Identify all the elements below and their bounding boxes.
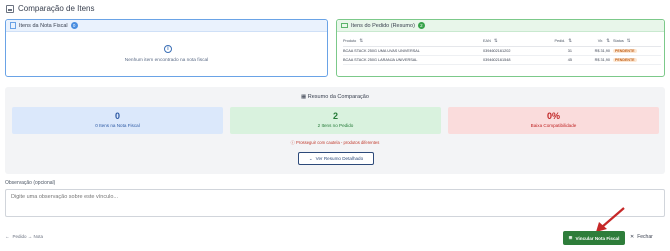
- col-qtd[interactable]: Pedid. ⇅: [539, 36, 575, 47]
- col-valor[interactable]: Vlr. ⇅: [575, 36, 613, 47]
- nota-count-value: 0: [114, 111, 120, 121]
- sort-icon: ⇅: [606, 37, 610, 43]
- compatibility-value: 0%: [546, 111, 560, 121]
- warning-message: ⓘ Prosseguir com cautela - produtos dife…: [5, 140, 665, 146]
- close-button[interactable]: ✕ Fechar: [630, 234, 653, 240]
- pedido-table: Produto ⇅ EAN ⇅ Pedid. ⇅ Vlr. ⇅ Status ⇅ BCAA…: [343, 36, 661, 65]
- nota-fiscal-panel: Itens da Nota Fiscal 0 i Nenhum item enc…: [5, 19, 328, 77]
- nota-count-card: 0 0 Itens na Nota Fiscal: [12, 107, 223, 134]
- chevron-down-icon: ⌄: [308, 155, 313, 161]
- back-link[interactable]: ← Pedido → Nota: [5, 234, 43, 239]
- table-header-row: Produto ⇅ EAN ⇅ Pedid. ⇅ Vlr. ⇅ Status ⇅: [343, 36, 661, 47]
- section-title-text: Comparação de Itens: [18, 4, 95, 13]
- comparison-modal: Comparação de Itens Itens da Nota Fiscal…: [0, 0, 670, 251]
- document-icon: [10, 22, 16, 29]
- observation-input[interactable]: [5, 189, 665, 217]
- nota-fiscal-title: Itens da Nota Fiscal: [19, 22, 68, 29]
- image-icon: [6, 4, 14, 13]
- cell-status: PENDENTE: [613, 46, 661, 56]
- nota-count-label: 0 Itens na Nota Fiscal: [95, 123, 140, 128]
- close-icon: ✕: [630, 234, 635, 240]
- cell-status: PENDENTE: [613, 55, 661, 65]
- arrow-left-icon: ←: [5, 234, 10, 239]
- cell-valor: R$ 31,90: [575, 46, 613, 56]
- pedido-count-value: 2: [332, 111, 338, 121]
- sort-icon: ⇅: [359, 37, 364, 43]
- nota-fiscal-header: Itens da Nota Fiscal 0: [6, 20, 327, 32]
- link-invoice-label: Vincular Nota Fiscal: [575, 235, 620, 241]
- link-invoice-button[interactable]: ⊞ Vincular Nota Fiscal: [563, 231, 625, 245]
- sort-icon: ⇅: [493, 37, 498, 43]
- cart-icon: [341, 23, 348, 28]
- nota-fiscal-count-badge: 0: [70, 22, 78, 29]
- link-icon: ⊞: [568, 235, 573, 240]
- pedido-panel: Itens do Pedido (Resumo) 2 Produto ⇅ EAN ⇅…: [336, 19, 665, 77]
- pedido-count-card: 2 2 Itens no Pedido: [230, 107, 441, 134]
- warning-text: Prosseguir com cautela - produtos difere…: [296, 140, 380, 145]
- pedido-title: Itens do Pedido (Resumo): [351, 22, 415, 29]
- status-badge: PENDENTE: [613, 48, 637, 53]
- sort-icon: ⇅: [626, 37, 631, 43]
- warning-icon: ⓘ: [290, 140, 295, 145]
- pedido-count-badge: 2: [417, 22, 425, 29]
- pedido-header: Itens do Pedido (Resumo) 2: [337, 20, 664, 32]
- chart-icon: ▦: [301, 94, 307, 100]
- summary-title: ▦ Resumo da Comparação: [5, 94, 665, 100]
- col-ean[interactable]: EAN ⇅: [483, 36, 539, 47]
- compatibility-card: 0% Baixa Compatibilidade: [448, 107, 659, 134]
- cell-valor: R$ 31,90: [575, 55, 613, 65]
- view-detailed-summary-button[interactable]: ⌄ Ver Resumo Detalhado: [298, 152, 374, 165]
- observation-label: Observação (opcional): [5, 180, 56, 186]
- detail-button-label: Ver Resumo Detalhado: [315, 156, 364, 161]
- table-row: BCAA STACK 250G LARANJA UNIVERSAL 039460…: [343, 55, 661, 65]
- comparison-summary: ▦ Resumo da Comparação 0 0 Itens na Nota…: [5, 87, 665, 174]
- back-link-label: Pedido → Nota: [12, 234, 44, 239]
- cell-produto: BCAA STACK 250G UMA UVAS UNIVERSAL: [343, 46, 483, 56]
- empty-message: Nenhum item encontrado na nota fiscal: [124, 58, 209, 63]
- cell-ean: 0394602161548: [483, 55, 539, 65]
- section-title: Comparação de Itens: [6, 4, 95, 13]
- pedido-count-label: 2 Itens no Pedido: [317, 123, 354, 128]
- cell-produto: BCAA STACK 250G LARANJA UNIVERSAL: [343, 55, 483, 65]
- sort-icon: ⇅: [568, 37, 572, 43]
- cell-qtd: 31: [539, 46, 575, 56]
- status-badge: PENDENTE: [613, 57, 637, 62]
- cell-ean: 0394602161202: [483, 46, 539, 56]
- close-button-label: Fechar: [637, 234, 653, 240]
- compatibility-label: Baixa Compatibilidade: [530, 123, 577, 128]
- info-icon: i: [164, 45, 172, 53]
- table-row: BCAA STACK 250G UMA UVAS UNIVERSAL 03946…: [343, 46, 661, 56]
- col-produto[interactable]: Produto ⇅: [343, 36, 483, 47]
- cell-qtd: 45: [539, 55, 575, 65]
- summary-title-text: Resumo da Comparação: [307, 94, 369, 100]
- col-status[interactable]: Status ⇅: [613, 36, 661, 47]
